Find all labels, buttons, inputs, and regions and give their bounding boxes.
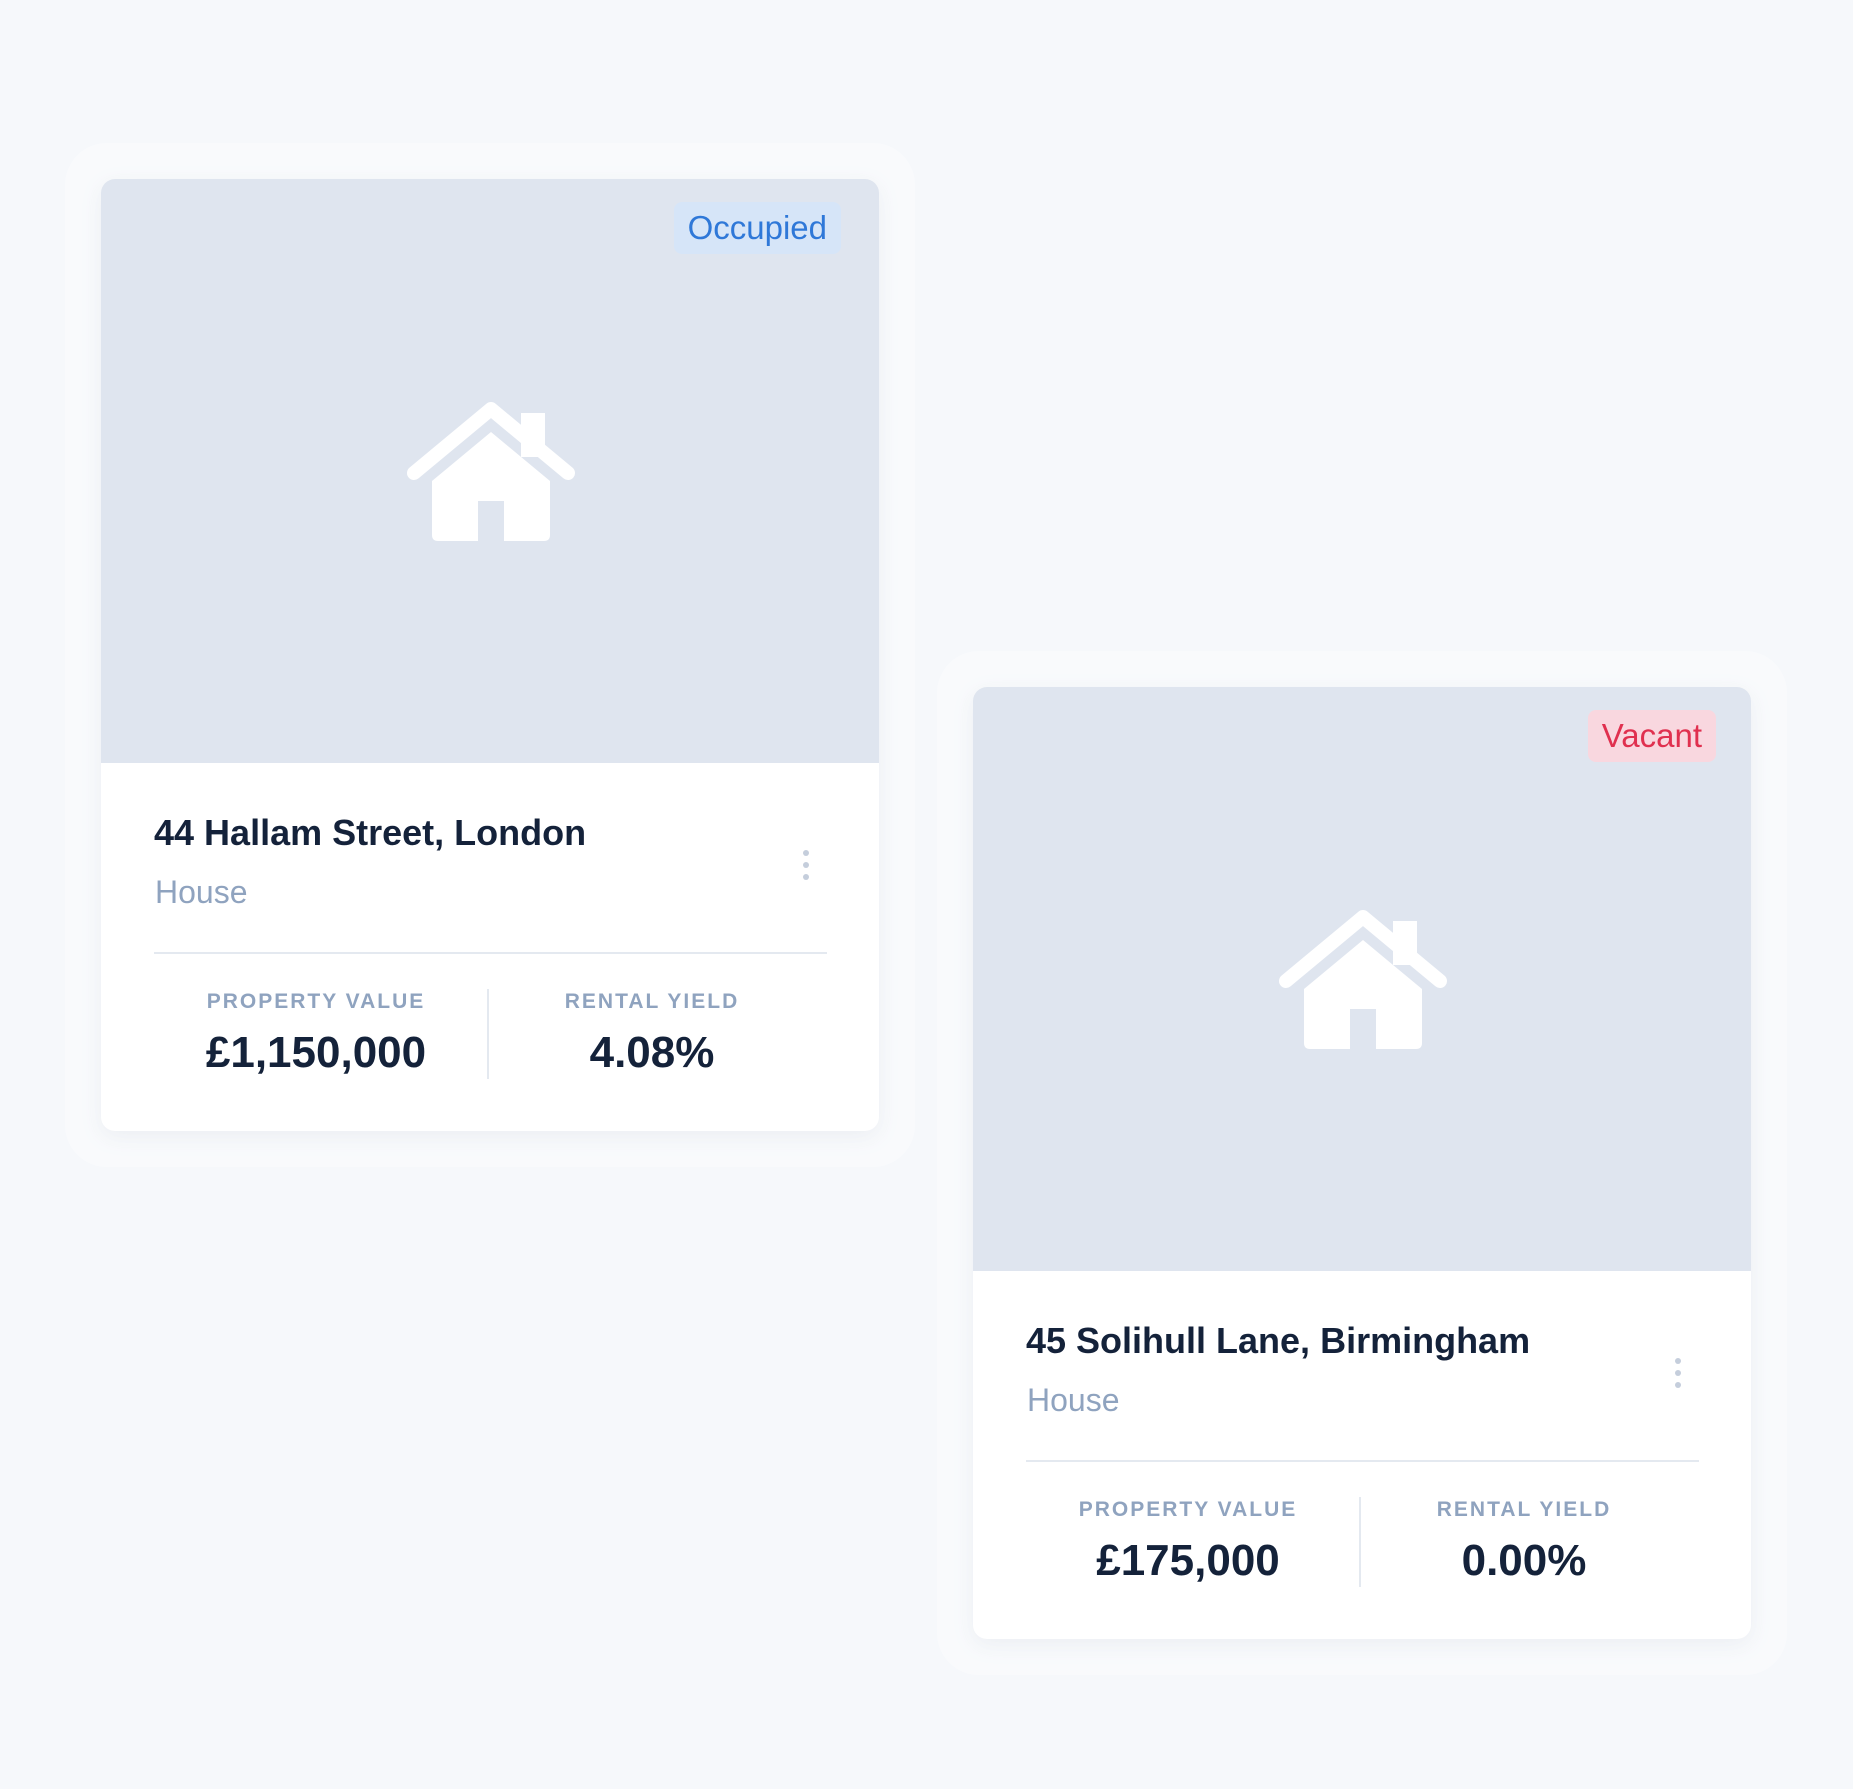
- stat-value: £1,150,000: [205, 1028, 427, 1077]
- more-vertical-icon: [803, 850, 809, 856]
- property-address[interactable]: 44 Hallam Street, London: [154, 812, 586, 854]
- property-type: House: [155, 874, 248, 910]
- stat-value: 0.00%: [1461, 1536, 1587, 1585]
- more-vertical-icon: [1675, 1358, 1681, 1364]
- divider: [1026, 1460, 1699, 1462]
- stat-value: £175,000: [1096, 1536, 1280, 1585]
- more-vertical-icon-dot: [803, 862, 809, 868]
- rental-yield-stat: RENTAL YIELD 4.08%: [487, 989, 817, 1077]
- status-badge: Occupied: [673, 202, 841, 254]
- more-vertical-icon-dot: [1675, 1370, 1681, 1376]
- property-type: House: [1027, 1382, 1120, 1418]
- divider: [154, 952, 827, 954]
- stat-value: 4.08%: [589, 1028, 715, 1077]
- more-options-button[interactable]: [1663, 1351, 1693, 1395]
- property-image-placeholder: Vacant: [973, 687, 1751, 1271]
- house-icon: [1279, 910, 1447, 1049]
- more-vertical-icon-dot: [803, 874, 809, 880]
- house-icon: [407, 402, 575, 541]
- property-value-stat: PROPERTY VALUE £175,000: [1023, 1497, 1353, 1585]
- property-card[interactable]: Occupied 44 Hallam Street, London House …: [101, 179, 879, 1131]
- rental-yield-stat: RENTAL YIELD 0.00%: [1359, 1497, 1689, 1585]
- status-badge: Vacant: [1587, 710, 1716, 762]
- more-vertical-icon-dot: [1675, 1382, 1681, 1388]
- stat-label: PROPERTY VALUE: [1078, 1498, 1298, 1521]
- stat-label: RENTAL YIELD: [1436, 1498, 1612, 1521]
- stat-label: RENTAL YIELD: [564, 990, 740, 1013]
- property-value-stat: PROPERTY VALUE £1,150,000: [151, 989, 481, 1077]
- stat-label: PROPERTY VALUE: [206, 990, 426, 1013]
- property-card[interactable]: Vacant 45 Solihull Lane, Birmingham Hous…: [973, 687, 1751, 1639]
- property-image-placeholder: Occupied: [101, 179, 879, 763]
- property-address[interactable]: 45 Solihull Lane, Birmingham: [1026, 1320, 1530, 1362]
- more-options-button[interactable]: [791, 843, 821, 887]
